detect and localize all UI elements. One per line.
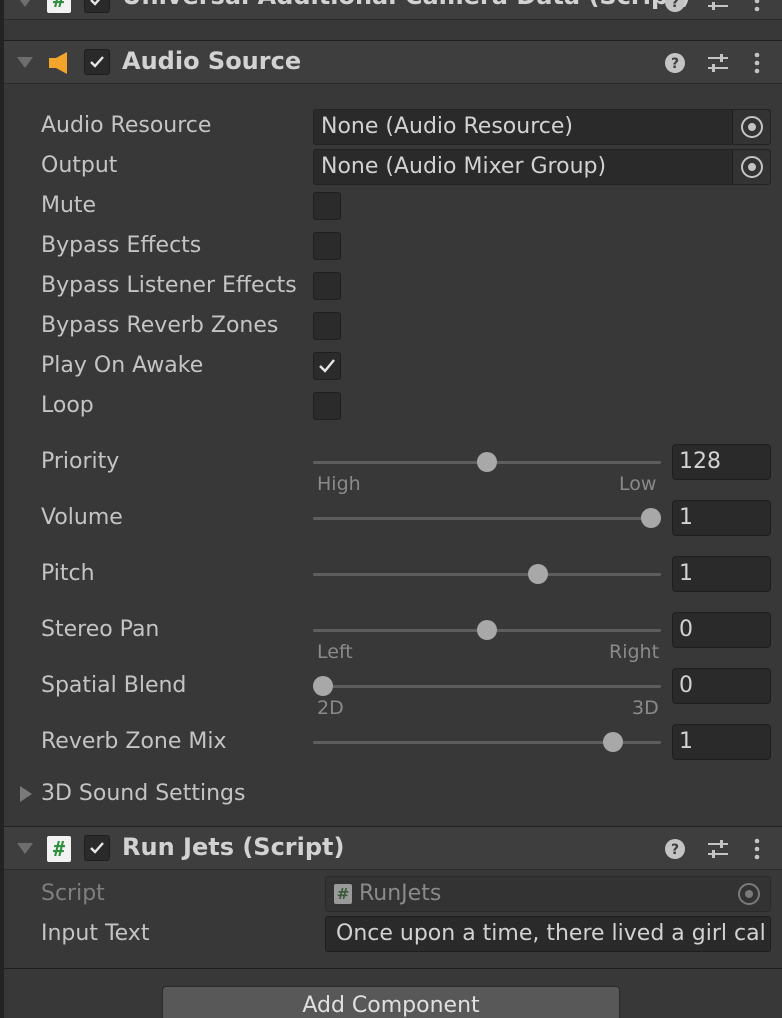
component-enabled-checkbox[interactable] — [84, 835, 110, 861]
stereo-pan-max-label: Right — [609, 641, 660, 663]
loop-checkbox[interactable] — [313, 392, 341, 420]
output-picker[interactable] — [732, 150, 770, 184]
collapse-arrow-icon[interactable] — [17, 843, 33, 854]
play-on-awake-label: Play On Awake — [41, 353, 204, 378]
reverb-zone-mix-label: Reverb Zone Mix — [41, 729, 227, 754]
stereo-pan-label: Stereo Pan — [41, 617, 160, 642]
help-icon[interactable]: ? — [664, 0, 686, 13]
pitch-value: 1 — [679, 561, 693, 586]
audio-resource-field[interactable]: None (Audio Resource) — [313, 109, 771, 145]
priority-max-label: Low — [619, 473, 657, 495]
priority-value: 128 — [679, 449, 721, 474]
input-text-label: Input Text — [41, 921, 150, 946]
components-end-divider — [4, 968, 782, 969]
help-icon[interactable]: ? — [664, 52, 686, 74]
output-value: None (Audio Mixer Group) — [321, 154, 607, 179]
reverb-zone-mix-value-field[interactable]: 1 — [672, 724, 771, 760]
script-icon: # — [47, 0, 71, 13]
script-icon: # — [47, 836, 71, 862]
bypass-effects-label: Bypass Effects — [41, 233, 202, 258]
kebab-menu-icon[interactable] — [752, 837, 762, 861]
bypass-listener-effects-checkbox[interactable] — [313, 272, 341, 300]
spatial-blend-value-field[interactable]: 0 — [672, 668, 771, 704]
help-icon[interactable]: ? — [664, 838, 686, 860]
reverb-zone-mix-value: 1 — [679, 729, 693, 754]
bypass-reverb-zones-label: Bypass Reverb Zones — [41, 313, 279, 338]
stereo-pan-value-field[interactable]: 0 — [672, 612, 771, 648]
object-picker-icon — [738, 883, 760, 905]
script-icon: # — [334, 884, 352, 904]
pitch-slider-track[interactable] — [313, 573, 661, 576]
volume-label: Volume — [41, 505, 123, 530]
pitch-slider-thumb[interactable] — [527, 564, 548, 584]
component-enabled-checkbox[interactable] — [84, 0, 110, 13]
spatial-blend-min-label: 2D — [317, 697, 344, 719]
audio-source-header[interactable]: Audio Source ? — [4, 40, 782, 84]
bypass-reverb-zones-checkbox[interactable] — [313, 312, 341, 340]
volume-slider-thumb[interactable] — [641, 508, 661, 528]
presets-icon[interactable] — [706, 0, 730, 13]
kebab-menu-icon[interactable] — [752, 0, 762, 13]
audio-resource-value: None (Audio Resource) — [321, 114, 573, 139]
bypass-listener-effects-label: Bypass Listener Effects — [41, 273, 297, 298]
3d-sound-settings-foldout[interactable]: 3D Sound Settings — [41, 781, 245, 806]
volume-value: 1 — [679, 505, 693, 530]
input-text-field[interactable]: Once upon a time, there lived a girl cal — [325, 916, 771, 952]
mute-label: Mute — [41, 193, 97, 218]
stereo-pan-min-label: Left — [317, 641, 353, 663]
component-title: Run Jets (Script) — [122, 833, 345, 861]
bypass-effects-checkbox[interactable] — [313, 232, 341, 260]
priority-slider-thumb[interactable] — [477, 452, 497, 472]
pitch-value-field[interactable]: 1 — [672, 556, 771, 592]
speaker-icon — [49, 52, 67, 74]
script-value: RunJets — [359, 881, 442, 906]
component-enabled-checkbox[interactable] — [84, 49, 110, 75]
volume-slider-track[interactable] — [313, 517, 661, 520]
run-jets-header[interactable]: # Run Jets (Script) ? — [4, 826, 782, 870]
script-field: # RunJets — [325, 876, 771, 912]
stereo-pan-value: 0 — [679, 617, 693, 642]
script-label: Script — [41, 881, 105, 906]
mute-checkbox[interactable] — [313, 192, 341, 220]
collapse-arrow-icon[interactable] — [17, 0, 33, 7]
component-title: Universal Additional Camera Data (Script… — [122, 0, 691, 10]
svg-text:?: ? — [671, 56, 679, 72]
presets-icon[interactable] — [706, 51, 730, 75]
expand-arrow-icon[interactable] — [20, 786, 32, 802]
stereo-pan-slider-thumb[interactable] — [477, 620, 497, 640]
collapse-arrow-icon[interactable] — [17, 57, 33, 68]
reverb-zone-mix-slider-thumb[interactable] — [603, 732, 624, 752]
object-picker-icon — [741, 116, 763, 138]
input-text-value: Once upon a time, there lived a girl cal — [336, 921, 766, 946]
output-field[interactable]: None (Audio Mixer Group) — [313, 149, 771, 185]
play-on-awake-checkbox[interactable] — [313, 352, 341, 380]
object-picker-icon — [741, 156, 763, 178]
output-label: Output — [41, 153, 118, 178]
spatial-blend-max-label: 3D — [632, 697, 659, 719]
svg-text:?: ? — [671, 0, 679, 11]
add-component-button[interactable]: Add Component — [162, 986, 620, 1018]
spatial-blend-value: 0 — [679, 673, 693, 698]
audio-resource-label: Audio Resource — [41, 113, 212, 138]
spatial-blend-label: Spatial Blend — [41, 673, 187, 698]
priority-min-label: High — [317, 473, 361, 495]
kebab-menu-icon[interactable] — [752, 51, 762, 75]
component-title: Audio Source — [122, 47, 302, 75]
presets-icon[interactable] — [706, 837, 730, 861]
svg-text:?: ? — [671, 842, 679, 858]
loop-label: Loop — [41, 393, 94, 418]
volume-value-field[interactable]: 1 — [672, 500, 771, 536]
priority-label: Priority — [41, 449, 120, 474]
spatial-blend-slider-thumb[interactable] — [313, 676, 333, 696]
spatial-blend-slider-track[interactable] — [313, 685, 661, 688]
universal-camera-data-header[interactable]: # Universal Additional Camera Data (Scri… — [4, 0, 782, 20]
checkmark-icon — [319, 359, 335, 373]
priority-value-field[interactable]: 128 — [672, 444, 771, 480]
pitch-label: Pitch — [41, 561, 95, 586]
audio-resource-picker[interactable] — [732, 110, 770, 144]
